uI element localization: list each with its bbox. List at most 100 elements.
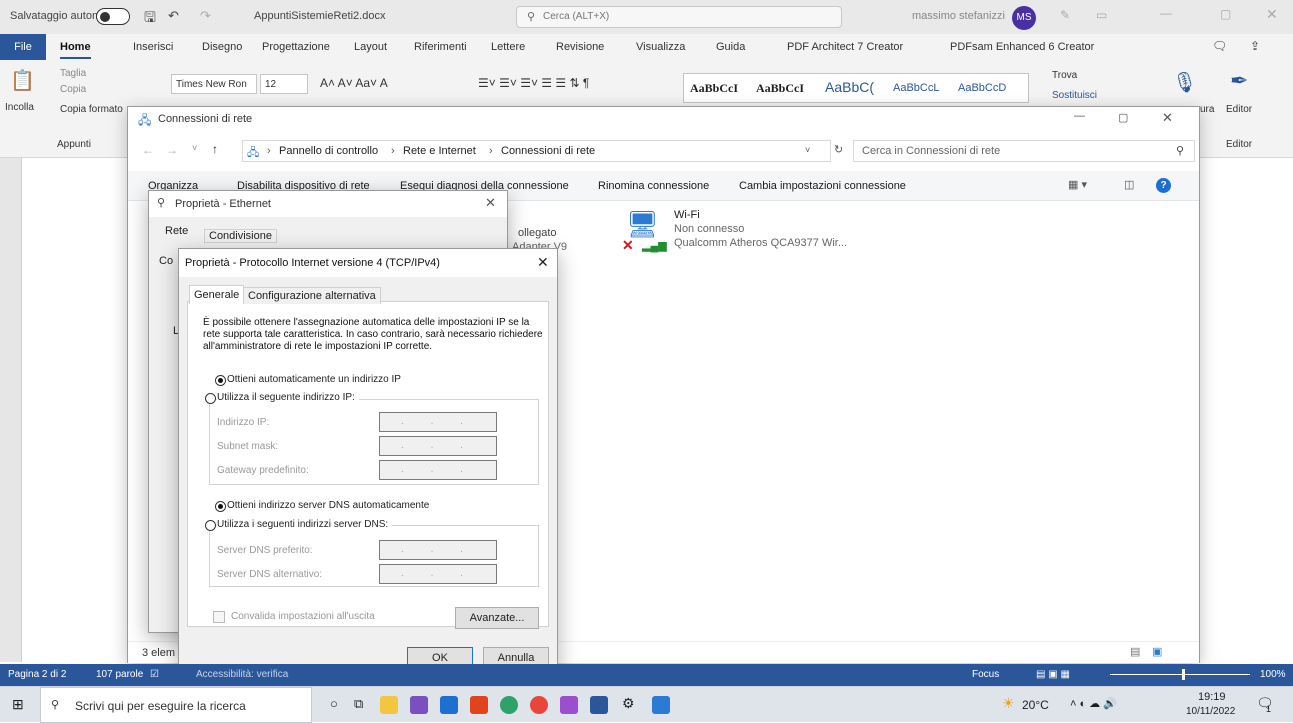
microphone-icon[interactable]: 🎙 bbox=[1172, 70, 1197, 95]
visual-studio-icon[interactable] bbox=[410, 696, 428, 714]
address-dropdown-icon[interactable]: ˅ bbox=[805, 145, 810, 155]
ip-manual-label[interactable]: Utilizza il seguente indirizzo IP: bbox=[217, 392, 359, 403]
tray-icons[interactable]: ˄ ◐ ☁ 🔊 bbox=[1070, 697, 1117, 710]
forward-icon[interactable]: → bbox=[166, 143, 178, 157]
tab-help[interactable]: Guida bbox=[716, 41, 745, 53]
style-heading-2[interactable]: AaBbCcL bbox=[893, 82, 939, 94]
explorer-close-icon[interactable]: ✕ bbox=[1162, 110, 1173, 126]
breadcrumb-connections[interactable]: Connessioni di rete bbox=[501, 145, 595, 157]
breadcrumb-control-panel[interactable]: Pannello di controllo bbox=[279, 145, 378, 157]
dns-manual-label[interactable]: Utilizza i seguenti indirizzi server DNS… bbox=[217, 519, 393, 530]
word-search-box[interactable]: ⚲ Cerca (ALT+X) bbox=[516, 6, 842, 28]
view-options-icon[interactable]: ▦ ▾ bbox=[1068, 178, 1087, 191]
breadcrumb-network-internet[interactable]: Rete e Internet bbox=[403, 145, 476, 157]
clock-date[interactable]: 10/11/2022 bbox=[1186, 706, 1235, 717]
style-normal[interactable]: AaBbCcI bbox=[690, 81, 738, 96]
page-indicator[interactable]: Pagina 2 di 2 bbox=[8, 669, 66, 680]
font-size-box[interactable]: 12 bbox=[260, 74, 308, 94]
avatar[interactable]: MS bbox=[1012, 6, 1036, 30]
tab-draw[interactable]: Disegno bbox=[202, 41, 242, 53]
help-icon[interactable]: ? bbox=[1156, 178, 1171, 193]
undo-icon[interactable]: ↶ bbox=[168, 8, 179, 24]
editor-button[interactable]: Editor bbox=[1226, 104, 1252, 115]
find-button[interactable]: Trova bbox=[1052, 70, 1077, 81]
tab-general[interactable]: Generale bbox=[189, 285, 245, 304]
refresh-icon[interactable]: ↻ bbox=[834, 143, 843, 156]
autosave-toggle[interactable] bbox=[96, 8, 130, 25]
taskbar-search[interactable]: ⚲ Scrivi qui per eseguire la ricerca bbox=[40, 687, 312, 723]
up-icon[interactable]: ↑ bbox=[212, 142, 218, 156]
ip-manual-radio[interactable] bbox=[205, 393, 216, 404]
subnet-mask-field[interactable]: . . . bbox=[379, 436, 497, 456]
preview-pane-icon[interactable]: ◫ bbox=[1124, 178, 1134, 191]
zoom-slider[interactable] bbox=[1110, 674, 1250, 675]
list-icons[interactable]: ☰˅ ☰˅ ☰˅ ☰ ☰ ⇅ ¶ bbox=[478, 76, 589, 90]
explorer-search-box[interactable]: Cerca in Connessioni di rete ⚲ bbox=[853, 140, 1195, 162]
cut-button[interactable]: Taglia bbox=[60, 68, 86, 79]
clock-time[interactable]: 19:19 bbox=[1198, 691, 1226, 703]
read-mode-icon[interactable]: ▤ ▣ ▦ bbox=[1036, 669, 1070, 680]
gateway-field[interactable]: . . . bbox=[379, 460, 497, 480]
weather-icon[interactable]: ☀ bbox=[1002, 695, 1015, 712]
document-title[interactable]: AppuntiSistemieReti2.docx bbox=[254, 10, 385, 22]
mail-icon[interactable] bbox=[440, 696, 458, 714]
tab-review[interactable]: Revisione bbox=[556, 41, 604, 53]
style-title[interactable]: AaBbCcD bbox=[958, 82, 1006, 94]
zoom-slider-thumb[interactable] bbox=[1182, 669, 1185, 680]
chrome-icon[interactable] bbox=[530, 696, 548, 714]
visual-studio-2-icon[interactable] bbox=[560, 696, 578, 714]
dns-auto-radio[interactable] bbox=[215, 501, 226, 512]
proofing-icon[interactable]: ☑ bbox=[150, 669, 159, 680]
ribbon-display-icon[interactable]: ▭ bbox=[1096, 8, 1107, 22]
explorer-maximize-icon[interactable]: ▢ bbox=[1118, 111, 1128, 124]
file-explorer-icon[interactable] bbox=[380, 696, 398, 714]
tab-view[interactable]: Visualizza bbox=[636, 41, 685, 53]
notifications-icon[interactable]: 🗨 bbox=[1256, 695, 1274, 712]
dns-manual-radio[interactable] bbox=[205, 520, 216, 531]
office-icon[interactable] bbox=[470, 696, 488, 714]
ip-address-field[interactable]: . . . bbox=[379, 412, 497, 432]
explorer-minimize-icon[interactable]: — bbox=[1074, 110, 1085, 122]
edge-icon[interactable] bbox=[500, 696, 518, 714]
change-settings-button[interactable]: Cambia impostazioni connessione bbox=[739, 180, 906, 192]
tiles-view-icon[interactable]: ▣ bbox=[1152, 645, 1162, 658]
share-icon[interactable]: ⇪ bbox=[1250, 39, 1260, 53]
style-no-spacing[interactable]: AaBbCcI bbox=[756, 81, 804, 96]
tab-references[interactable]: Riferimenti bbox=[414, 41, 467, 53]
style-heading-1[interactable]: AaBbC( bbox=[825, 79, 874, 95]
ip-auto-radio[interactable] bbox=[215, 375, 226, 386]
word-count[interactable]: 107 parole bbox=[96, 669, 143, 680]
tab-alternate-config[interactable]: Configurazione alternativa bbox=[243, 287, 381, 304]
tab-file[interactable]: File bbox=[0, 34, 46, 60]
ethernet-close-icon[interactable]: ✕ bbox=[485, 195, 496, 211]
temperature[interactable]: 20°C bbox=[1022, 698, 1049, 712]
task-view-icon[interactable]: ⧉ bbox=[354, 696, 363, 712]
copy-button[interactable]: Copia bbox=[60, 84, 86, 95]
redo-icon[interactable]: ↷ bbox=[200, 8, 211, 24]
ip-auto-label[interactable]: Ottieni automaticamente un indirizzo IP bbox=[227, 374, 401, 385]
pen-icon[interactable]: ✎ bbox=[1060, 8, 1070, 22]
tab-insert[interactable]: Inserisci bbox=[133, 41, 173, 53]
font-name-box[interactable]: Times New Ron bbox=[171, 74, 257, 94]
accessibility-status[interactable]: Accessibilità: verifica bbox=[196, 669, 288, 680]
tab-layout[interactable]: Layout bbox=[354, 41, 387, 53]
paste-icon[interactable]: 📋 bbox=[10, 68, 35, 93]
dns-alternate-field[interactable]: . . . bbox=[379, 564, 497, 584]
maximize-icon[interactable]: ▢ bbox=[1220, 7, 1231, 21]
advanced-button[interactable]: Avanzate... bbox=[455, 607, 539, 629]
validate-label[interactable]: Convalida impostazioni all'uscita bbox=[231, 611, 375, 622]
tab-network[interactable]: Rete bbox=[165, 225, 188, 237]
comments-icon[interactable]: 🗨 bbox=[1212, 39, 1227, 53]
dictation-label[interactable]: ura bbox=[1200, 104, 1214, 115]
tab-pdf-architect[interactable]: PDF Architect 7 Creator bbox=[787, 41, 903, 53]
replace-button[interactable]: Sostituisci bbox=[1052, 90, 1097, 101]
settings-icon[interactable]: ⚙ bbox=[622, 695, 635, 712]
address-box[interactable]: 🖧 › Pannello di controllo › Rete e Inter… bbox=[242, 140, 831, 162]
tab-pdfsam[interactable]: PDFsam Enhanced 6 Creator bbox=[950, 41, 1094, 53]
tab-sharing[interactable]: Condivisione bbox=[204, 229, 277, 243]
validate-checkbox[interactable] bbox=[213, 611, 225, 623]
windows-start-icon[interactable]: ⊞ bbox=[12, 696, 24, 713]
network-connections-icon[interactable] bbox=[652, 696, 670, 714]
recent-icon[interactable]: ˅ bbox=[192, 143, 197, 153]
tab-home[interactable]: Home bbox=[60, 41, 91, 59]
